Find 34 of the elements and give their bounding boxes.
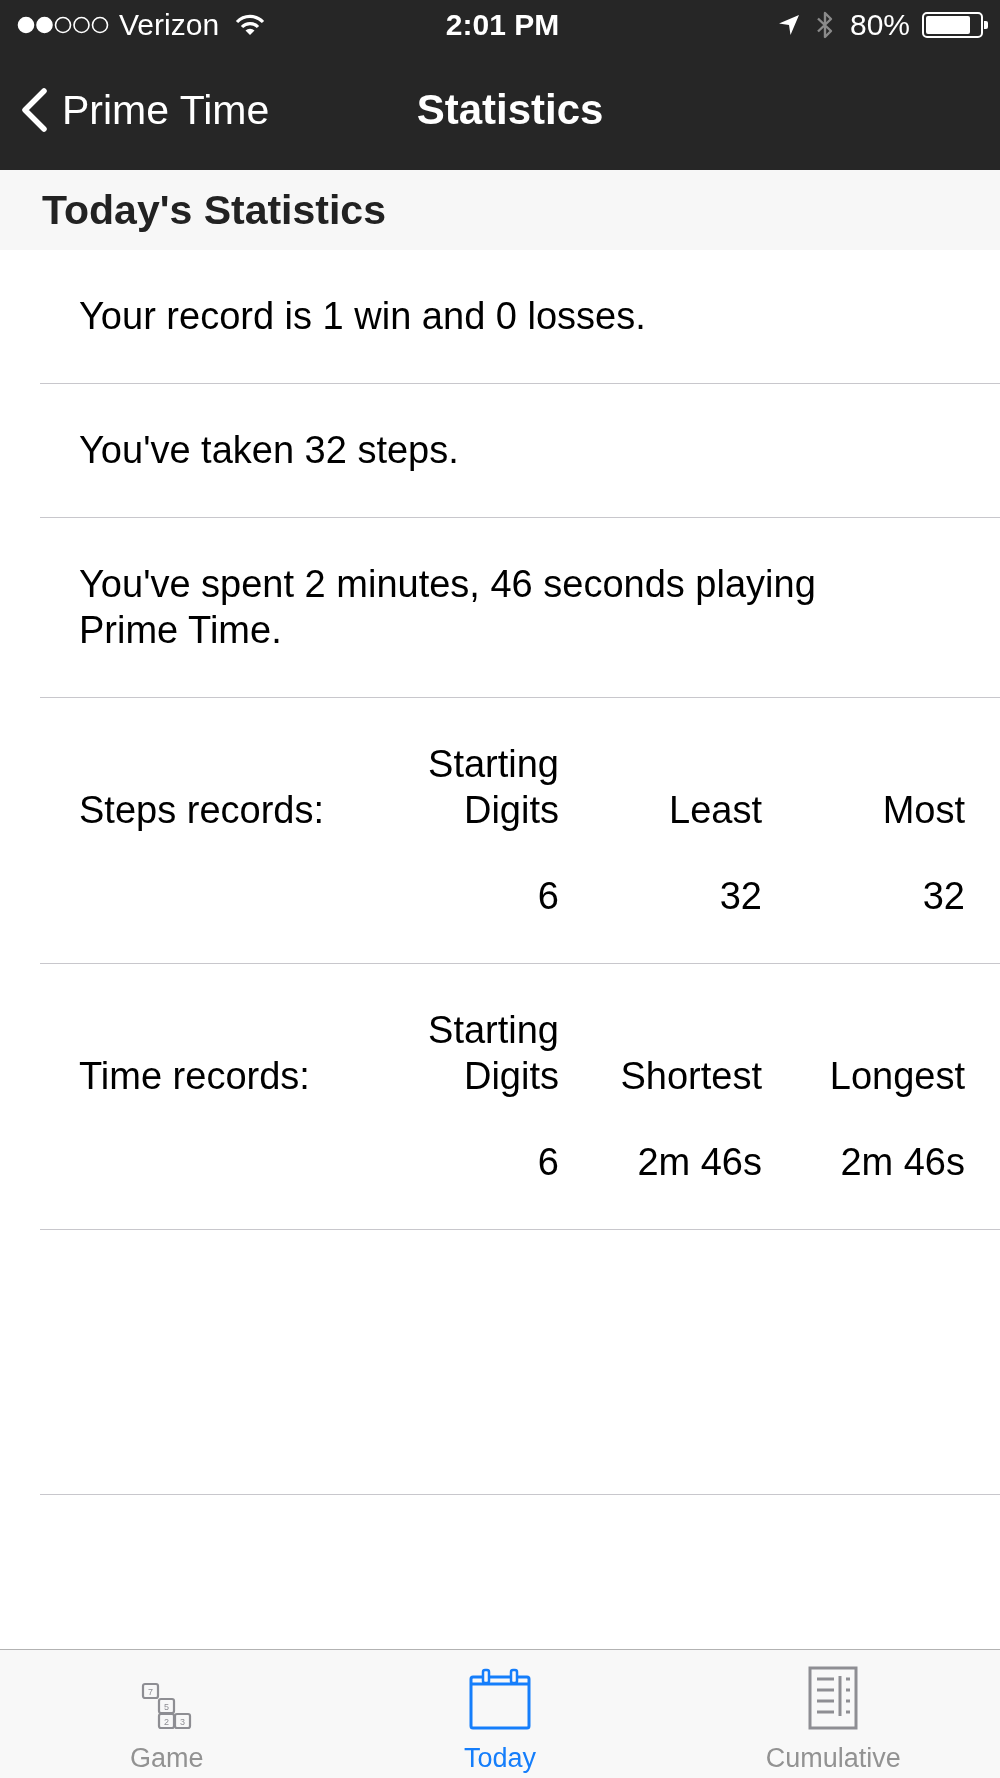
signal-icon: [17, 16, 109, 34]
record-value: 32: [718, 874, 762, 919]
carrier-name: Verizon: [119, 8, 220, 42]
record-value: 6: [536, 874, 559, 919]
tab-bar-item[interactable]: 7 5 2 3 Game: [0, 1650, 334, 1778]
bluetooth-icon: [815, 11, 834, 39]
statistic-text: You've taken 32 steps.: [79, 428, 460, 473]
column-header: Most: [881, 788, 965, 833]
records-label: Time records:: [79, 1054, 311, 1099]
statistic-text: You've spent 2 minutes, 46 seconds playing Prime Time.: [79, 562, 817, 653]
column-header: Starting Digits: [427, 1008, 559, 1099]
section-title: Today's Statistics: [42, 186, 386, 234]
status-time: 2:01 PM: [445, 8, 560, 42]
location-arrow-icon: [777, 14, 800, 36]
tab-bar-item[interactable]: Cumulative: [666, 1650, 1000, 1778]
back-button[interactable]: Prime Time: [20, 86, 270, 134]
calendar-icon: [469, 1668, 531, 1730]
column-header: Starting Digits: [427, 742, 559, 833]
battery-percentage: 80%: [849, 8, 910, 42]
column-header: Shortest: [619, 1054, 762, 1099]
record-value: 6: [536, 1140, 559, 1185]
column-header: Longest: [828, 1054, 965, 1099]
tab-bar-item[interactable]: Today: [333, 1650, 667, 1778]
chevron-left-icon: [20, 88, 48, 132]
column-header: Least: [668, 788, 762, 833]
document-list-icon: [808, 1666, 859, 1730]
battery-icon: [922, 12, 988, 38]
record-value: 32: [921, 874, 965, 919]
record-value: 2m 46s: [839, 1140, 965, 1185]
records-label: Steps records:: [79, 788, 325, 833]
screen-title: Statistics: [416, 86, 604, 134]
record-value: 2m 46s: [636, 1140, 762, 1185]
statistic-text: Your record is 1 win and 0 losses.: [79, 294, 647, 339]
wifi-icon: [235, 14, 266, 36]
